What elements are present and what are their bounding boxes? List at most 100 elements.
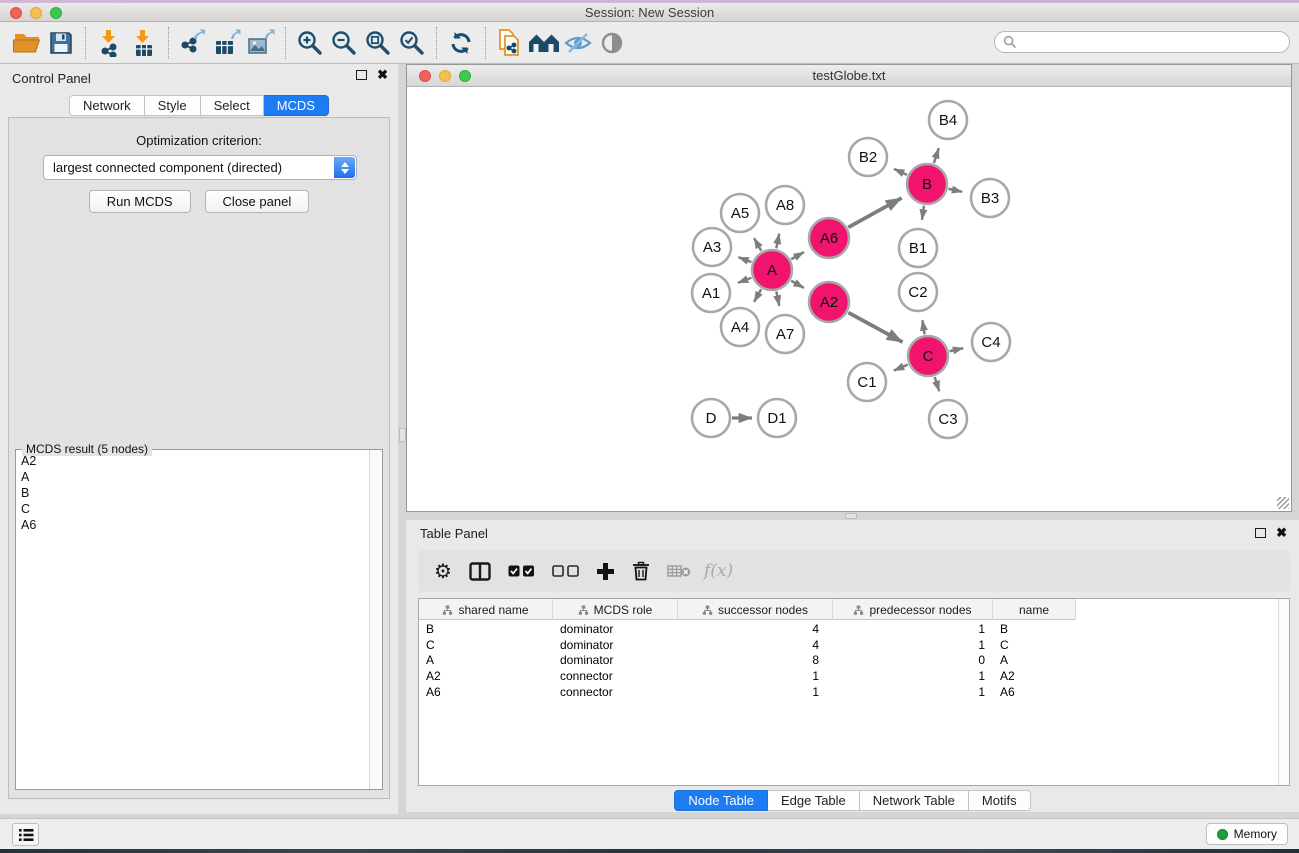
graph-node-C4[interactable]: C4 — [972, 323, 1010, 361]
cell-name[interactable]: A6 — [993, 685, 1076, 699]
add-column-icon[interactable] — [596, 562, 615, 581]
cell-predecessor-nodes[interactable]: 1 — [833, 622, 993, 636]
copy-network-icon[interactable] — [493, 27, 527, 59]
zoom-window-icon[interactable] — [50, 7, 62, 19]
cell-shared-name[interactable]: A — [419, 653, 553, 667]
graph-edge-B-B4[interactable] — [934, 148, 939, 163]
graph-edge-A-A6[interactable] — [791, 252, 804, 259]
cell-name[interactable]: B — [993, 622, 1076, 636]
cell-successor-nodes[interactable]: 1 — [678, 669, 833, 683]
home-networks-icon[interactable] — [527, 27, 561, 59]
deselect-all-icon[interactable] — [552, 565, 579, 577]
minimize-network-icon[interactable] — [439, 70, 451, 82]
criterion-dropdown[interactable]: largest connected component (directed) — [43, 155, 357, 180]
export-network-icon[interactable] — [176, 27, 210, 59]
graph-node-A3[interactable]: A3 — [693, 228, 731, 266]
list-item[interactable]: A2 — [16, 453, 368, 469]
zoom-in-icon[interactable] — [293, 27, 327, 59]
export-image-icon[interactable] — [244, 27, 278, 59]
cell-name[interactable]: A — [993, 653, 1076, 667]
cell-mcds-role[interactable]: dominator — [553, 638, 678, 652]
delete-table-icon[interactable] — [667, 564, 691, 579]
graph-edge-A6-B[interactable] — [848, 198, 901, 227]
graph-node-A8[interactable]: A8 — [766, 186, 804, 224]
graph-node-C2[interactable]: C2 — [899, 273, 937, 311]
graph-edge-C-C2[interactable] — [922, 320, 924, 334]
graph-node-C[interactable]: C — [908, 336, 948, 376]
cell-successor-nodes[interactable]: 4 — [678, 622, 833, 636]
graph-edge-A2-C[interactable] — [848, 313, 902, 343]
graph-node-B[interactable]: B — [907, 164, 947, 204]
cell-predecessor-nodes[interactable]: 0 — [833, 653, 993, 667]
list-item[interactable]: A — [16, 469, 368, 485]
tab-network-table[interactable]: Network Table — [860, 790, 969, 811]
close-panel-button[interactable]: Close panel — [205, 190, 310, 213]
graph-edge-A-A2[interactable] — [791, 281, 804, 288]
delete-column-icon[interactable] — [632, 561, 650, 581]
cell-shared-name[interactable]: C — [419, 638, 553, 652]
zoom-selected-icon[interactable] — [395, 27, 429, 59]
zoom-network-icon[interactable] — [459, 70, 471, 82]
tab-style[interactable]: Style — [145, 95, 201, 116]
table-row[interactable]: Adominator80A — [419, 653, 1277, 669]
vertical-splitter-grip[interactable] — [399, 428, 406, 442]
table-scrollbar[interactable] — [1278, 599, 1289, 785]
cell-shared-name[interactable]: A2 — [419, 669, 553, 683]
list-item[interactable]: B — [16, 485, 368, 501]
search-input[interactable] — [994, 31, 1290, 53]
graph-node-A2[interactable]: A2 — [809, 282, 849, 322]
cell-name[interactable]: C — [993, 638, 1076, 652]
table-row[interactable]: A2connector11A2 — [419, 668, 1277, 684]
column-header-shared-name[interactable]: shared name — [419, 599, 553, 620]
graph-edge-A-A1[interactable] — [738, 278, 752, 283]
float-table-panel-icon[interactable] — [1255, 528, 1266, 538]
close-table-panel-icon[interactable]: ✖ — [1276, 528, 1287, 538]
graph-edge-C-C3[interactable] — [935, 377, 940, 391]
list-item[interactable]: A6 — [16, 517, 368, 533]
column-header-name[interactable]: name — [993, 599, 1076, 620]
column-header-mcds-role[interactable]: MCDS role — [553, 599, 678, 620]
show-panel-eye-icon[interactable] — [595, 27, 629, 59]
zoom-out-icon[interactable] — [327, 27, 361, 59]
tab-edge-table[interactable]: Edge Table — [768, 790, 860, 811]
resize-handle-icon[interactable] — [1277, 497, 1289, 509]
cell-successor-nodes[interactable]: 1 — [678, 685, 833, 699]
cell-shared-name[interactable]: A6 — [419, 685, 553, 699]
cell-mcds-role[interactable]: connector — [553, 669, 678, 683]
save-session-icon[interactable] — [44, 27, 78, 59]
close-network-icon[interactable] — [419, 70, 431, 82]
tab-mcds[interactable]: MCDS — [264, 95, 329, 116]
close-panel-icon[interactable]: ✖ — [377, 70, 388, 80]
close-window-icon[interactable] — [10, 7, 22, 19]
refresh-icon[interactable] — [444, 27, 478, 59]
cell-name[interactable]: A2 — [993, 669, 1076, 683]
graph-node-B3[interactable]: B3 — [971, 179, 1009, 217]
import-network-icon[interactable] — [93, 27, 127, 59]
graph-edge-B-B1[interactable] — [922, 206, 924, 220]
graph-node-A4[interactable]: A4 — [721, 308, 759, 346]
graph-node-A6[interactable]: A6 — [809, 218, 849, 258]
graph-edge-C-C4[interactable] — [949, 348, 963, 351]
network-graph[interactable]: B4B2BB3A5A8A6A3B1AA1C2A2A4A7C4CC1C3DD1 — [407, 87, 1291, 511]
column-header-predecessor-nodes[interactable]: predecessor nodes — [833, 599, 993, 620]
tab-network[interactable]: Network — [69, 95, 145, 116]
zoom-fit-icon[interactable] — [361, 27, 395, 59]
settings-gear-icon[interactable]: ⚙ — [434, 559, 452, 584]
tab-node-table[interactable]: Node Table — [674, 790, 768, 811]
graph-node-A[interactable]: A — [752, 250, 792, 290]
graph-edge-A-A8[interactable] — [776, 234, 779, 249]
cell-successor-nodes[interactable]: 4 — [678, 638, 833, 652]
toggle-columns-icon[interactable] — [469, 562, 491, 581]
open-file-icon[interactable] — [10, 27, 44, 59]
cell-mcds-role[interactable]: connector — [553, 685, 678, 699]
column-header-successor-nodes[interactable]: successor nodes — [678, 599, 833, 620]
minimize-window-icon[interactable] — [30, 7, 42, 19]
cell-successor-nodes[interactable]: 8 — [678, 653, 833, 667]
float-panel-icon[interactable] — [356, 70, 367, 80]
tab-motifs[interactable]: Motifs — [969, 790, 1031, 811]
table-row[interactable]: Bdominator41B — [419, 621, 1277, 637]
cell-predecessor-nodes[interactable]: 1 — [833, 685, 993, 699]
cell-shared-name[interactable]: B — [419, 622, 553, 636]
cell-mcds-role[interactable]: dominator — [553, 622, 678, 636]
graph-edge-A-A7[interactable] — [776, 292, 779, 306]
